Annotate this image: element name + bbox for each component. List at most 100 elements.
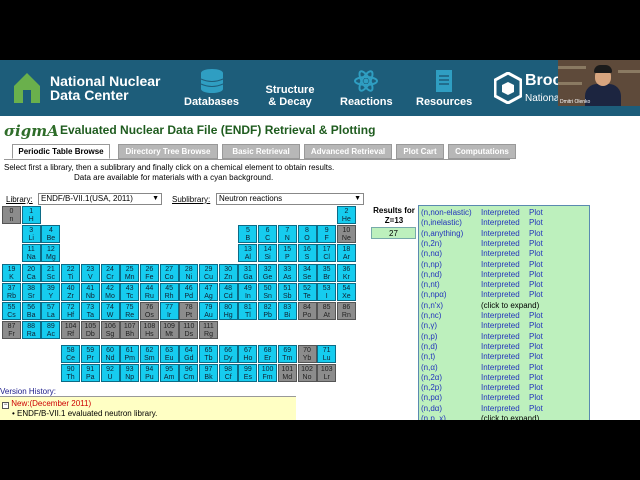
element-cell-pt[interactable]: 78 Pt <box>179 302 199 320</box>
plot-link[interactable]: Plot <box>529 270 543 279</box>
plot-link[interactable]: Plot <box>529 373 543 382</box>
element-cell-w[interactable]: 74 W <box>100 302 120 320</box>
reaction-name[interactable]: (n,t) <box>421 352 481 362</box>
plot-link[interactable]: Plot <box>529 218 543 227</box>
plot-link[interactable]: Plot <box>529 393 543 402</box>
element-cell-ni[interactable]: 28 Ni <box>179 264 199 282</box>
tab-directory-tree-browse[interactable]: Directory Tree Browse <box>118 144 218 159</box>
element-cell-pb[interactable]: 82 Pb <box>258 302 278 320</box>
element-cell-mg[interactable]: 12 Mg <box>41 244 61 262</box>
element-cell-hs[interactable]: 108 Hs <box>139 321 159 339</box>
element-cell-fr[interactable]: 87 Fr <box>2 321 21 339</box>
element-cell-cr[interactable]: 24 Cr <box>100 264 120 282</box>
nav-databases[interactable]: Databases <box>184 68 239 108</box>
element-cell-rg[interactable]: 111 Rg <box>199 321 218 339</box>
tab-advanced-retrieval[interactable]: Advanced Retrieval <box>304 144 392 159</box>
element-cell-cf[interactable]: 98 Cf <box>218 364 238 382</box>
element-cell-te[interactable]: 52 Te <box>297 283 317 301</box>
element-cell-as[interactable]: 33 As <box>277 264 297 282</box>
interpreted-link[interactable]: Interpreted <box>481 249 529 259</box>
plot-link[interactable]: Plot <box>529 363 543 372</box>
element-cell-cd[interactable]: 48 Cd <box>218 283 238 301</box>
element-cell-zr[interactable]: 40 Zr <box>61 283 81 301</box>
plot-link[interactable]: Plot <box>529 342 543 351</box>
element-cell-nd[interactable]: 60 Nd <box>100 345 120 363</box>
reaction-name[interactable]: (n,dα) <box>421 404 481 414</box>
element-cell-he[interactable]: 2 He <box>336 206 356 224</box>
interpreted-link[interactable]: Interpreted <box>481 290 529 300</box>
plot-link[interactable]: Plot <box>529 383 543 392</box>
element-cell-ti[interactable]: 22 Ti <box>61 264 81 282</box>
reaction-name[interactable]: (n,2n) <box>421 239 481 249</box>
plot-link[interactable]: Plot <box>529 260 543 269</box>
element-cell-os[interactable]: 76 Os <box>139 302 159 320</box>
interpreted-link[interactable]: Interpreted <box>481 239 529 249</box>
element-cell-cu[interactable]: 29 Cu <box>199 264 218 282</box>
reaction-name[interactable]: (n,nd) <box>421 270 481 280</box>
element-cell-bk[interactable]: 97 Bk <box>199 364 218 382</box>
interpreted-link[interactable]: Interpreted <box>481 404 529 414</box>
reaction-name[interactable]: (n,2α) <box>421 373 481 383</box>
element-cell-o[interactable]: 8O <box>297 225 317 243</box>
tab-basic-retrieval[interactable]: Basic Retrieval <box>222 144 300 159</box>
interpreted-link[interactable]: Interpreted <box>481 229 529 239</box>
element-cell-kr[interactable]: 36 Kr <box>336 264 356 282</box>
element-cell-ru[interactable]: 44 Ru <box>139 283 159 301</box>
element-cell-v[interactable]: 23 V <box>80 264 100 282</box>
interpreted-link[interactable]: Interpreted <box>481 393 529 403</box>
element-cell-n[interactable]: 0n <box>2 206 21 224</box>
collapse-icon[interactable]: − <box>2 402 9 409</box>
element-cell-ar[interactable]: 18 Ar <box>336 244 356 262</box>
element-cell-k[interactable]: 19 K <box>2 264 21 282</box>
element-cell-ge[interactable]: 32 Ge <box>258 264 278 282</box>
element-cell-md[interactable]: 101 Md <box>277 364 297 382</box>
element-cell-es[interactable]: 99 Es <box>238 364 258 382</box>
element-cell-ga[interactable]: 31 Ga <box>238 264 258 282</box>
element-cell-in[interactable]: 49 In <box>238 283 258 301</box>
reaction-name[interactable]: (n,nα) <box>421 249 481 259</box>
element-cell-rf[interactable]: 104 Rf <box>61 321 81 339</box>
element-cell-mn[interactable]: 25 Mn <box>120 264 140 282</box>
interpreted-link[interactable]: Interpreted <box>481 321 529 331</box>
element-cell-cm[interactable]: 96 Cm <box>179 364 199 382</box>
interpreted-link[interactable]: Interpreted <box>481 383 529 393</box>
element-cell-rh[interactable]: 45 Rh <box>159 283 179 301</box>
element-cell-mt[interactable]: 109 Mt <box>159 321 179 339</box>
reaction-name[interactable]: (n,np) <box>421 260 481 270</box>
sublibrary-select[interactable]: Neutron reactions ▼ <box>216 193 364 205</box>
version-history-new[interactable]: − New:(December 2011) <box>2 399 91 409</box>
interpreted-link[interactable]: Interpreted <box>481 363 529 373</box>
element-cell-zn[interactable]: 30 Zn <box>218 264 238 282</box>
element-cell-co[interactable]: 27 Co <box>159 264 179 282</box>
interpreted-link[interactable]: Interpreted <box>481 280 529 290</box>
element-cell-cl[interactable]: 17 Cl <box>317 244 337 262</box>
element-cell-na[interactable]: 11 Na <box>21 244 41 262</box>
element-cell-f[interactable]: 9F <box>317 225 337 243</box>
plot-link[interactable]: Plot <box>529 239 543 248</box>
expand-link[interactable]: (click to expand) <box>481 301 539 310</box>
element-cell-tc[interactable]: 43 Tc <box>120 283 140 301</box>
reaction-name[interactable]: (n,npα) <box>421 290 481 300</box>
plot-link[interactable]: Plot <box>529 332 543 341</box>
reaction-name[interactable]: (n,p) <box>421 332 481 342</box>
element-cell-u[interactable]: 92 U <box>100 364 120 382</box>
partner-name[interactable]: Broo <box>525 72 562 90</box>
element-cell-sb[interactable]: 51 Sb <box>277 283 297 301</box>
element-cell-tm[interactable]: 69 Tm <box>277 345 297 363</box>
element-cell-ne[interactable]: 10 Ne <box>336 225 356 243</box>
element-cell-am[interactable]: 95 Am <box>159 364 179 382</box>
element-cell-ce[interactable]: 58 Ce <box>61 345 81 363</box>
element-cell-se[interactable]: 34 Se <box>297 264 317 282</box>
interpreted-link[interactable]: Interpreted <box>481 218 529 228</box>
nndc-house-logo-icon[interactable] <box>12 70 42 104</box>
element-cell-si[interactable]: 14 Si <box>258 244 278 262</box>
interpreted-link[interactable]: Interpreted <box>481 311 529 321</box>
element-cell-dy[interactable]: 66 Dy <box>218 345 238 363</box>
nav-resources[interactable]: Resources <box>416 68 472 108</box>
interpreted-link[interactable]: Interpreted <box>481 208 529 218</box>
element-cell-fe[interactable]: 26 Fe <box>139 264 159 282</box>
tab-computations[interactable]: Computations <box>448 144 516 159</box>
element-cell-re[interactable]: 75 Re <box>120 302 140 320</box>
element-cell-lr[interactable]: 103 Lr <box>317 364 337 382</box>
nav-reactions[interactable]: Reactions <box>340 68 393 108</box>
